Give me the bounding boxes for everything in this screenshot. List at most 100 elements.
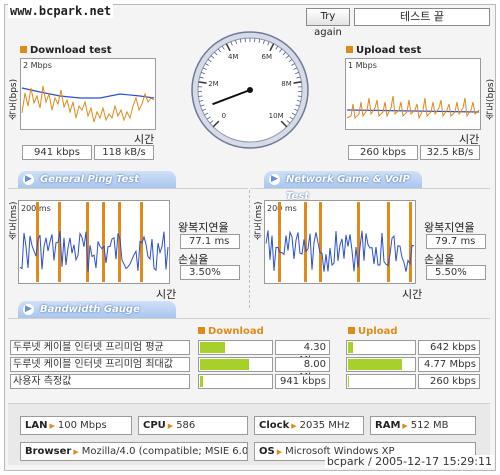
bullet-icon — [198, 327, 205, 334]
gauge-row-label: 사용자 측정값 — [10, 374, 190, 389]
ping-banner: ▶ General Ping Test — [18, 171, 176, 188]
game-latency-value: 79.7 ms — [426, 234, 486, 249]
clock-value: 2035 MHz — [299, 420, 350, 431]
clock-label: Clock — [259, 420, 290, 431]
upload-bar-fill — [348, 342, 354, 353]
loss-spike — [409, 202, 412, 282]
game-scale-label: 200 ms — [267, 204, 297, 213]
triangle-icon: ▶ — [49, 422, 55, 430]
site-url: www.bcpark.net — [8, 4, 114, 18]
ping-scale-label: 200 ms — [21, 204, 51, 213]
ping-graph: 200 ms — [18, 200, 170, 284]
download-title-text: Download test — [30, 45, 112, 56]
download-bar — [198, 357, 273, 372]
speedometer: 0 2M 4M 6M 8M 10M — [191, 31, 309, 149]
cpu-label: CPU — [143, 420, 166, 431]
download-value: 4.30 Mbps — [275, 340, 330, 366]
status-display: 테스트 끝 — [354, 8, 490, 26]
triangle-icon: ▶ — [167, 422, 174, 430]
divider — [250, 188, 490, 189]
triangle-icon: ▶ — [402, 422, 408, 430]
download-bar-fill — [200, 342, 225, 353]
lan-label: LAN — [25, 420, 48, 431]
triangle-icon: ▶ — [291, 422, 297, 430]
gauge-banner-text: Bandwidth Gauge — [40, 304, 140, 315]
clock-info: Clock ▶ 2035 MHz — [254, 416, 364, 435]
lan-value: 100 Mbps — [57, 420, 107, 431]
divider — [8, 188, 248, 189]
loss-spike — [102, 202, 105, 282]
browser-label: Browser — [25, 446, 72, 457]
upload-value: 642 kbps — [418, 340, 480, 355]
ping-x-label: 시간 — [156, 288, 177, 301]
upload-bar-fill — [348, 359, 403, 370]
ping-latency-label: 왕복지연율 — [178, 221, 229, 234]
upload-title: Upload test — [346, 45, 421, 56]
upload-scale-label: 1 Mbps — [348, 61, 377, 70]
upload-graph: 1 Mbps — [345, 58, 481, 130]
download-y-label: 속도(bps) — [9, 78, 19, 120]
download-value: 941 kbps — [275, 374, 330, 389]
bullet-icon — [346, 46, 353, 53]
divider — [249, 190, 250, 308]
upload-bar — [346, 357, 416, 372]
dial-label: 6M — [262, 53, 273, 61]
loss-spike — [357, 202, 360, 282]
ping-banner-text: General Ping Test — [40, 174, 140, 185]
gauge-row-label: 두루넷 케이블 인터넷 프리미엄 평균 — [10, 340, 190, 355]
browser-value: Mozilla/4.0 (compatible; MSIE 6.0 — [81, 446, 248, 457]
dial-tick — [198, 95, 203, 97]
dial-label: 8M — [281, 80, 292, 88]
game-graph: 200 ms — [264, 200, 416, 284]
gauge-upload-header: Upload — [348, 326, 397, 337]
triangle-icon: ▶ — [276, 448, 283, 456]
dial-label: 4M — [228, 53, 239, 61]
ram-value: 512 MB — [410, 420, 449, 431]
download-bar-fill — [200, 376, 204, 387]
cpu-value: 586 — [176, 420, 196, 431]
loss-spike — [387, 202, 390, 282]
download-bar-fill — [200, 359, 250, 370]
ram-label: RAM — [375, 420, 401, 431]
arrow-icon: ▶ — [23, 174, 34, 185]
gauge-download-header: Download — [198, 326, 264, 337]
ping-latency-value: 77.1 ms — [180, 234, 240, 249]
upload-bar — [346, 374, 416, 389]
gauge-download-header-text: Download — [208, 326, 264, 337]
download-kBs: 118 kB/s — [94, 145, 154, 160]
dial-label: 2M — [208, 80, 219, 88]
gauge-upload-header-text: Upload — [358, 326, 398, 337]
game-x-label: 시간 — [402, 288, 423, 301]
download-value: 8.00 Mbps — [275, 357, 330, 383]
os-label: OS — [259, 446, 275, 457]
triangle-icon: ▶ — [73, 448, 79, 456]
arrow-icon: ▶ — [23, 304, 34, 315]
gauge-banner: ▶ Bandwidth Gauge — [18, 301, 176, 318]
browser-info: Browser ▶ Mozilla/4.0 (compatible; MSIE 6.… — [20, 442, 248, 461]
upload-kbps: 260 kbps — [348, 145, 418, 160]
game-loss-value: 5.50% — [426, 265, 486, 280]
download-scale-label: 2 Mbps — [23, 61, 52, 70]
game-latency-label: 왕복지연율 — [424, 221, 475, 234]
download-bar — [198, 374, 273, 389]
dial-label: 0 — [222, 112, 226, 120]
lan-info: LAN ▶ 100 Mbps — [20, 416, 132, 435]
cpu-info: CPU ▶ 586 — [138, 416, 248, 435]
upload-bar — [346, 340, 416, 355]
arrow-icon: ▶ — [269, 174, 280, 185]
game-banner: ▶ Network Game & VoIP Test — [264, 171, 422, 202]
bullet-icon — [348, 327, 355, 334]
bullet-icon — [20, 46, 27, 53]
dial-label: 10M — [269, 112, 284, 120]
upload-bar-fill — [348, 376, 349, 387]
upload-value: 4.77 Mbps — [418, 357, 480, 372]
dial-tick — [297, 95, 302, 97]
loss-spike — [319, 202, 322, 282]
download-bar — [198, 340, 273, 355]
ping-loss-value: 3.50% — [180, 265, 240, 280]
upload-value: 260 kbps — [418, 374, 480, 389]
download-graph: 2 Mbps — [20, 58, 156, 130]
upload-kBs: 32.5 kB/s — [420, 145, 480, 160]
loss-spike — [278, 202, 281, 282]
try-again-button[interactable]: Try again — [306, 8, 350, 38]
